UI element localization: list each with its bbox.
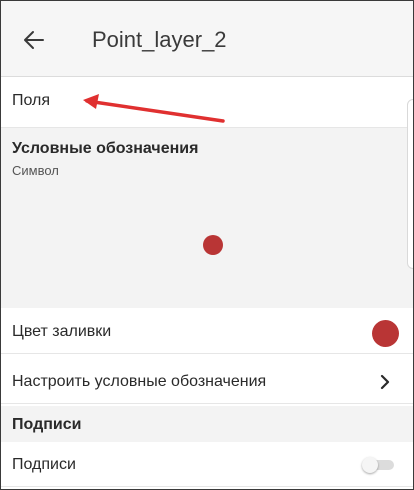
labels-toggle-row[interactable]: Подписи <box>1 443 413 487</box>
legend-subtitle: Символ <box>12 163 59 178</box>
legend-title: Условные обозначения <box>12 140 199 157</box>
side-panel-edge <box>407 99 413 269</box>
fill-color-label: Цвет заливки <box>12 323 112 340</box>
customize-legend-row[interactable]: Настроить условные обозначения <box>1 360 413 404</box>
labels-toggle-switch[interactable] <box>362 457 396 473</box>
fill-color-swatch[interactable] <box>372 320 399 347</box>
customize-legend-label: Настроить условные обозначения <box>12 373 267 390</box>
chevron-right-icon <box>380 374 390 390</box>
fill-color-row[interactable]: Цвет заливки <box>1 310 413 354</box>
labels-section-header: Подписи <box>1 406 413 442</box>
legend-section: Условные обозначения Символ <box>1 128 413 308</box>
labels-toggle-label: Подписи <box>12 456 76 473</box>
toggle-knob <box>362 457 378 473</box>
arrow-left-icon <box>24 31 44 49</box>
layer-properties-screen: Point_layer_2 Поля Условные обозначения … <box>0 0 414 490</box>
fields-label: Поля <box>12 92 51 109</box>
labels-section-title: Подписи <box>12 416 82 433</box>
back-button[interactable] <box>21 29 47 51</box>
symbol-preview-dot <box>203 235 223 255</box>
fields-row[interactable]: Поля <box>1 78 413 128</box>
page-title: Point_layer_2 <box>92 27 227 52</box>
app-bar: Point_layer_2 <box>1 1 413 77</box>
